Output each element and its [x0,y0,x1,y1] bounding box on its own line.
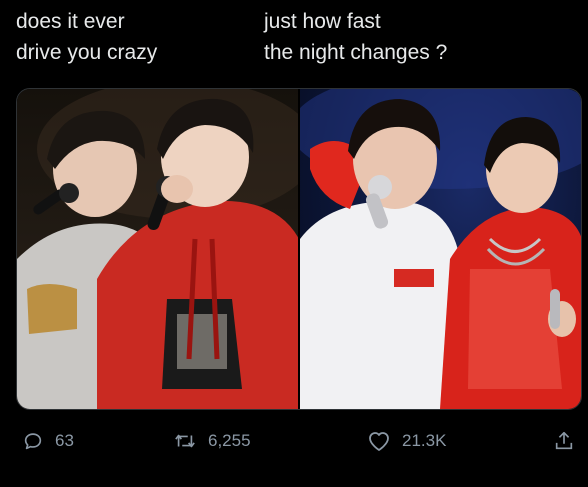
share-icon [555,431,573,450]
photo-left-illustration [17,89,298,409]
retweet-icon [175,434,195,448]
like-icon [369,432,389,451]
share-button[interactable] [553,430,575,452]
reply-icon [24,433,42,450]
photo-right-illustration [300,89,581,409]
like-count: 21.3K [402,431,447,450]
photo-left[interactable] [17,89,298,409]
caption-left: does it ever drive you crazy [16,10,158,64]
tweet-actions: 63 6,255 21.3K [0,420,588,464]
reply-button[interactable]: 63 [22,430,74,452]
like-button[interactable]: 21.3K [367,430,446,452]
retweet-button[interactable]: 6,255 [173,430,251,452]
retweet-count: 6,255 [208,431,251,450]
photo-right[interactable] [300,89,581,409]
reply-count: 63 [55,431,74,450]
caption-right: just how fast the night changes ? [264,10,448,64]
tweet-media[interactable] [16,88,582,410]
